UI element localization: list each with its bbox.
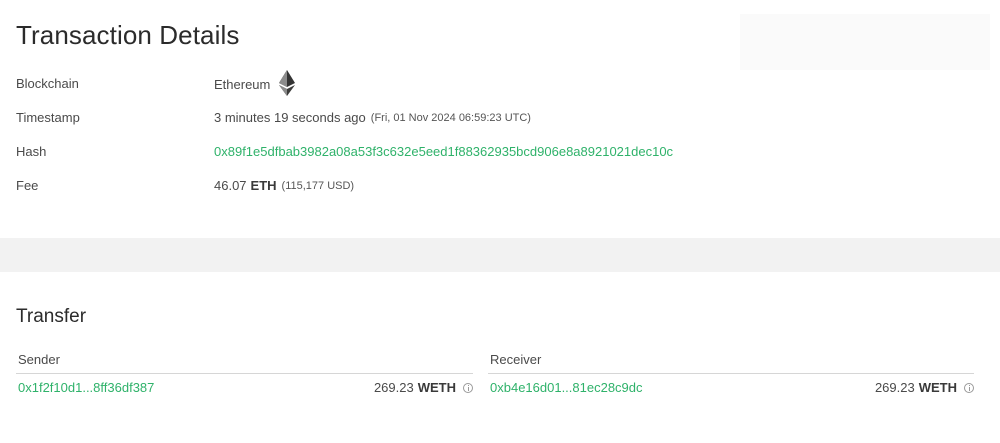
fee-amount: 46.07 [214, 178, 247, 193]
decorative-panel [740, 14, 990, 70]
sender-amount-value: 269.23 [373, 380, 414, 395]
info-icon[interactable] [964, 382, 974, 393]
sender-amount: 269.23 WETH [374, 380, 473, 395]
receiver-amount-value: 269.23 [874, 380, 915, 395]
timestamp-value: 3 minutes 19 seconds ago (Fri, 01 Nov 20… [214, 110, 531, 125]
hash-link[interactable]: 0x89f1e5dfbab3982a08a53f3c632e5eed1f8836… [214, 144, 673, 159]
sender-column: Sender 0x1f2f10d1...8ff36df387 269.23 WE… [16, 352, 473, 395]
blockchain-label: Blockchain [16, 76, 79, 91]
receiver-address-link[interactable]: 0xb4e16d01...81ec28c9dc [490, 380, 643, 395]
receiver-row: 0xb4e16d01...81ec28c9dc 269.23 WETH [488, 374, 974, 395]
timestamp-relative: 3 minutes 19 seconds ago [214, 110, 366, 125]
hash-label: Hash [16, 144, 47, 159]
receiver-amount-unit: WETH [918, 380, 957, 395]
fee-usd: (115,177 USD) [281, 179, 355, 192]
timestamp-label: Timestamp [16, 110, 80, 125]
receiver-amount: 269.23 WETH [875, 380, 974, 395]
fee-label: Fee [16, 178, 39, 193]
sender-row: 0x1f2f10d1...8ff36df387 269.23 WETH [16, 374, 473, 395]
transaction-details-card: Transaction Details Blockchain Ethereum … [0, 0, 1000, 238]
fee-value: 46.07 ETH (115,177 USD) [214, 178, 354, 193]
info-icon[interactable] [463, 382, 473, 393]
transfer-title: Transfer [16, 306, 87, 327]
sender-amount-unit: WETH [417, 380, 456, 395]
blockchain-value: Ethereum [214, 70, 296, 99]
receiver-column: Receiver 0xb4e16d01...81ec28c9dc 269.23 … [488, 352, 974, 395]
transfer-card: Transfer Sender 0x1f2f10d1...8ff36df387 … [0, 272, 1000, 443]
section-divider [0, 238, 1000, 272]
page-title: Transaction Details [16, 20, 240, 50]
sender-address-link[interactable]: 0x1f2f10d1...8ff36df387 [18, 380, 154, 395]
ethereum-icon [279, 70, 296, 99]
blockchain-name: Ethereum [214, 77, 271, 92]
timestamp-absolute: (Fri, 01 Nov 2024 06:59:23 UTC) [370, 111, 531, 124]
fee-unit: ETH [250, 178, 277, 193]
receiver-heading: Receiver [488, 352, 974, 374]
sender-heading: Sender [16, 352, 473, 374]
